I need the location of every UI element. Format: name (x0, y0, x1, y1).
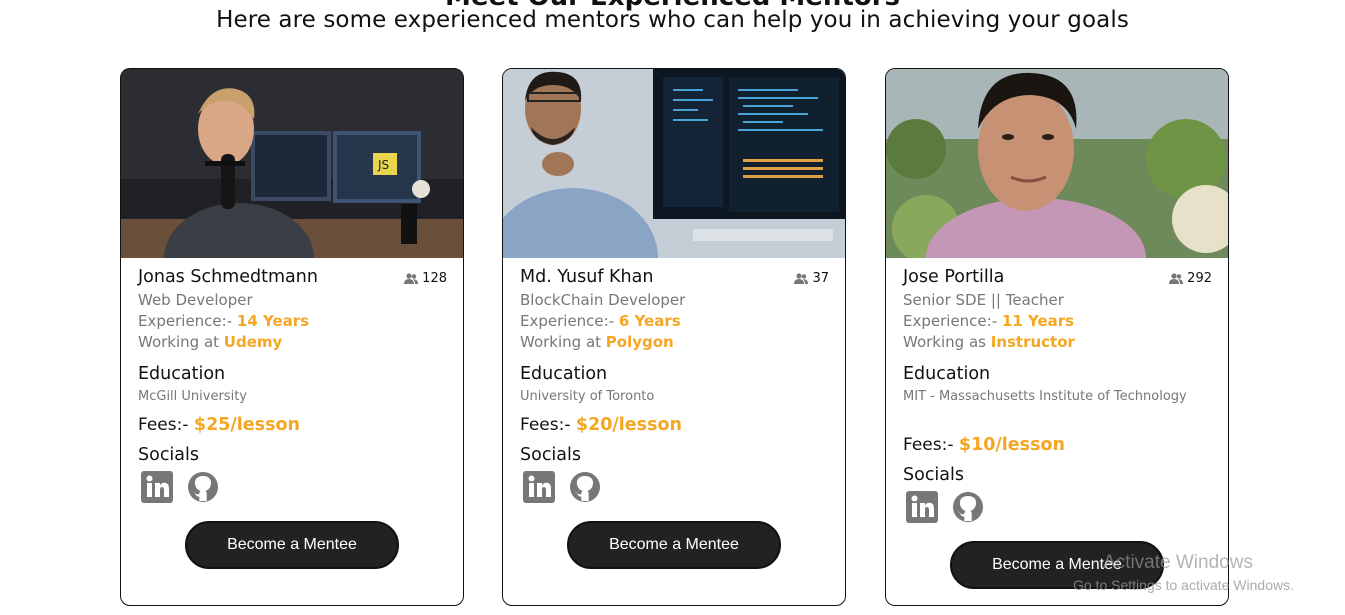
mentor-name: Jose Portilla (903, 267, 1005, 287)
mentor-experience: Experience:- 14 Years (138, 312, 310, 330)
mentor-role: Senior SDE || Teacher (903, 291, 1064, 309)
education-value: McGill University (138, 389, 247, 404)
social-links (906, 491, 984, 523)
education-heading: Education (138, 364, 226, 384)
mentor-cards: JS Jonas Schmedtmann 128 Web Developer E… (0, 68, 1345, 615)
socials-heading: Socials (520, 445, 582, 465)
activate-windows-watermark: Activate Windows (1103, 552, 1253, 573)
users-icon (404, 273, 419, 284)
linkedin-icon[interactable] (141, 471, 173, 503)
linkedin-icon[interactable] (906, 491, 938, 523)
mentor-workplace: Working at Udemy (138, 333, 283, 351)
education-value: University of Toronto (520, 389, 655, 404)
mentor-photo: JS (121, 69, 463, 258)
mentor-card: Jose Portilla 292 Senior SDE || Teacher … (885, 68, 1229, 606)
github-icon[interactable] (569, 471, 601, 503)
mentor-workplace: Working as Instructor (903, 333, 1075, 351)
mentor-name: Jonas Schmedtmann (138, 267, 318, 287)
activate-windows-hint: Go to Settings to activate Windows. (1073, 577, 1294, 593)
mentor-photo (503, 69, 845, 258)
become-mentee-button[interactable]: Become a Mentee (185, 521, 399, 569)
mentor-photo (886, 69, 1228, 258)
education-heading: Education (520, 364, 608, 384)
mentor-experience: Experience:- 6 Years (520, 312, 681, 330)
socials-heading: Socials (903, 465, 965, 485)
education-heading: Education (903, 364, 991, 384)
education-value: MIT - Massachusetts Institute of Technol… (903, 389, 1187, 404)
mentor-fees: Fees:- $10/lesson (903, 435, 1065, 455)
linkedin-icon[interactable] (523, 471, 555, 503)
mentor-fees: Fees:- $25/lesson (138, 415, 300, 435)
users-icon (1169, 273, 1184, 284)
socials-heading: Socials (138, 445, 200, 465)
follower-number: 292 (1187, 271, 1212, 286)
mentor-role: Web Developer (138, 291, 253, 309)
github-icon[interactable] (952, 491, 984, 523)
mentor-workplace: Working at Polygon (520, 333, 674, 351)
follower-number: 37 (812, 271, 829, 286)
social-links (141, 471, 219, 503)
follower-count: 128 (404, 271, 447, 286)
mentor-experience: Experience:- 11 Years (903, 312, 1075, 330)
follower-count: 37 (794, 271, 829, 286)
follower-count: 292 (1169, 271, 1212, 286)
follower-number: 128 (422, 271, 447, 286)
mentor-card: Md. Yusuf Khan 37 BlockChain Developer E… (502, 68, 846, 606)
section-subtitle: Here are some experienced mentors who ca… (216, 7, 1129, 33)
users-icon (794, 273, 809, 284)
github-icon[interactable] (187, 471, 219, 503)
mentor-name: Md. Yusuf Khan (520, 267, 654, 287)
svg-text:JS: JS (377, 158, 389, 172)
mentor-role: BlockChain Developer (520, 291, 686, 309)
become-mentee-button[interactable]: Become a Mentee (567, 521, 781, 569)
mentor-card: JS Jonas Schmedtmann 128 Web Developer E… (120, 68, 464, 606)
mentor-fees: Fees:- $20/lesson (520, 415, 682, 435)
social-links (523, 471, 601, 503)
